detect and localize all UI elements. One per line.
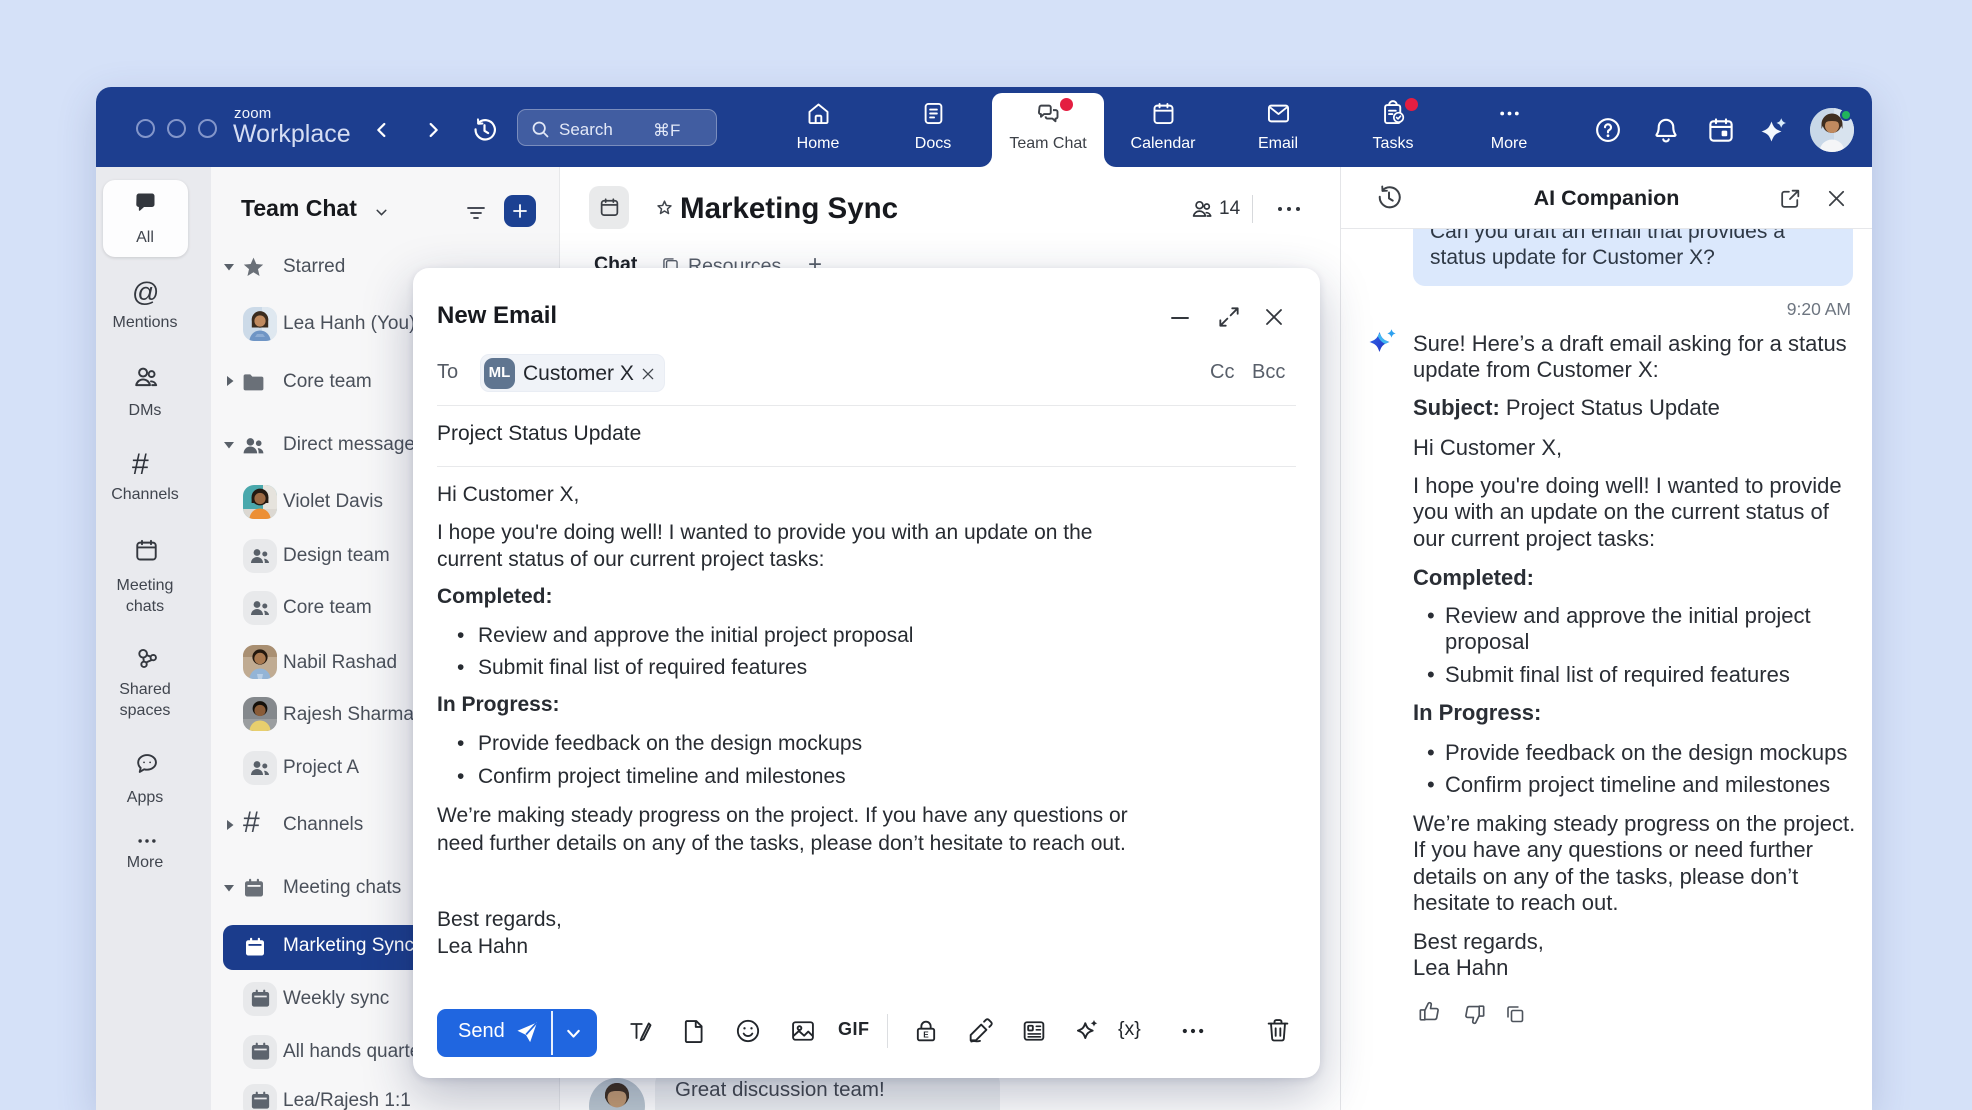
svg-text:E: E — [923, 1031, 929, 1040]
